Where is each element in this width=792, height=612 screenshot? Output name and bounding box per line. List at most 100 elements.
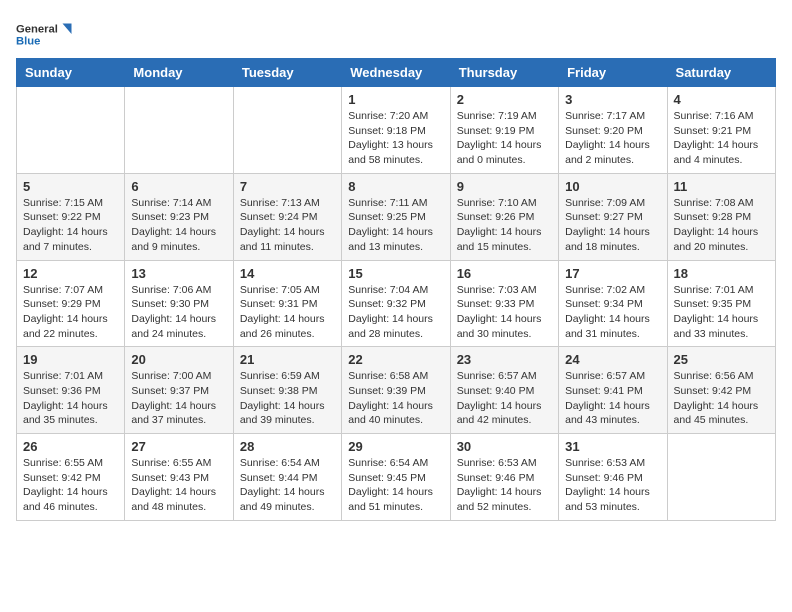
day-cell-18: 18Sunrise: 7:01 AMSunset: 9:35 PMDayligh… bbox=[667, 260, 775, 347]
day-info: Sunrise: 7:01 AMSunset: 9:36 PMDaylight:… bbox=[23, 369, 118, 428]
day-number: 24 bbox=[565, 352, 660, 367]
day-info: Sunrise: 7:15 AMSunset: 9:22 PMDaylight:… bbox=[23, 196, 118, 255]
day-info: Sunrise: 7:13 AMSunset: 9:24 PMDaylight:… bbox=[240, 196, 335, 255]
day-number: 15 bbox=[348, 266, 443, 281]
day-info: Sunrise: 7:20 AMSunset: 9:18 PMDaylight:… bbox=[348, 109, 443, 168]
day-cell-4: 4 Sunrise: 7:16 AMSunset: 9:21 PMDaylight… bbox=[667, 87, 775, 174]
empty-cell bbox=[17, 87, 125, 174]
day-info: Sunrise: 7:11 AMSunset: 9:25 PMDaylight:… bbox=[348, 196, 443, 255]
weekday-header-friday: Friday bbox=[559, 59, 667, 87]
day-cell-11: 11 Sunrise: 7:08 AMSunset: 9:28 PMDayligh… bbox=[667, 173, 775, 260]
day-info: Sunrise: 6:53 AMSunset: 9:46 PMDaylight:… bbox=[565, 456, 660, 515]
day-cell-10: 10 Sunrise: 7:09 AMSunset: 9:27 PMDayligh… bbox=[559, 173, 667, 260]
day-number: 27 bbox=[131, 439, 226, 454]
day-info: Sunrise: 7:08 AMSunset: 9:28 PMDaylight:… bbox=[674, 196, 769, 255]
weekday-header-wednesday: Wednesday bbox=[342, 59, 450, 87]
day-info: Sunrise: 7:14 AMSunset: 9:23 PMDaylight:… bbox=[131, 196, 226, 255]
day-info: Sunrise: 7:06 AMSunset: 9:30 PMDaylight:… bbox=[131, 283, 226, 342]
calendar-table: SundayMondayTuesdayWednesdayThursdayFrid… bbox=[16, 58, 776, 521]
day-cell-16: 16Sunrise: 7:03 AMSunset: 9:33 PMDayligh… bbox=[450, 260, 558, 347]
day-cell-26: 26 Sunrise: 6:55 AMSunset: 9:42 PMDayligh… bbox=[17, 434, 125, 521]
day-number: 5 bbox=[23, 179, 118, 194]
day-info: Sunrise: 6:56 AMSunset: 9:42 PMDaylight:… bbox=[674, 369, 769, 428]
day-info: Sunrise: 6:58 AMSunset: 9:39 PMDaylight:… bbox=[348, 369, 443, 428]
day-info: Sunrise: 7:19 AMSunset: 9:19 PMDaylight:… bbox=[457, 109, 552, 168]
day-cell-14: 14Sunrise: 7:05 AMSunset: 9:31 PMDayligh… bbox=[233, 260, 341, 347]
day-cell-6: 6 Sunrise: 7:14 AMSunset: 9:23 PMDaylight… bbox=[125, 173, 233, 260]
day-number: 1 bbox=[348, 92, 443, 107]
day-number: 6 bbox=[131, 179, 226, 194]
day-info: Sunrise: 6:54 AMSunset: 9:44 PMDaylight:… bbox=[240, 456, 335, 515]
day-cell-15: 15 Sunrise: 7:04 AMSunset: 9:32 PMDayligh… bbox=[342, 260, 450, 347]
day-info: Sunrise: 6:59 AMSunset: 9:38 PMDaylight:… bbox=[240, 369, 335, 428]
day-info: Sunrise: 7:03 AMSunset: 9:33 PMDaylight:… bbox=[457, 283, 552, 342]
day-info: Sunrise: 7:17 AMSunset: 9:20 PMDaylight:… bbox=[565, 109, 660, 168]
day-cell-17: 17 Sunrise: 7:02 AMSunset: 9:34 PMDayligh… bbox=[559, 260, 667, 347]
weekday-header-sunday: Sunday bbox=[17, 59, 125, 87]
day-number: 29 bbox=[348, 439, 443, 454]
week-row-2: 5 Sunrise: 7:15 AMSunset: 9:22 PMDaylight… bbox=[17, 173, 776, 260]
day-number: 9 bbox=[457, 179, 552, 194]
day-number: 2 bbox=[457, 92, 552, 107]
day-info: Sunrise: 6:55 AMSunset: 9:43 PMDaylight:… bbox=[131, 456, 226, 515]
day-info: Sunrise: 7:09 AMSunset: 9:27 PMDaylight:… bbox=[565, 196, 660, 255]
day-cell-3: 3Sunrise: 7:17 AMSunset: 9:20 PMDaylight… bbox=[559, 87, 667, 174]
day-cell-7: 7 Sunrise: 7:13 AMSunset: 9:24 PMDaylight… bbox=[233, 173, 341, 260]
day-info: Sunrise: 6:54 AMSunset: 9:45 PMDaylight:… bbox=[348, 456, 443, 515]
day-cell-9: 9Sunrise: 7:10 AMSunset: 9:26 PMDaylight… bbox=[450, 173, 558, 260]
day-info: Sunrise: 7:07 AMSunset: 9:29 PMDaylight:… bbox=[23, 283, 118, 342]
day-cell-27: 27 Sunrise: 6:55 AMSunset: 9:43 PMDayligh… bbox=[125, 434, 233, 521]
day-number: 7 bbox=[240, 179, 335, 194]
day-number: 8 bbox=[348, 179, 443, 194]
day-number: 26 bbox=[23, 439, 118, 454]
svg-text:Blue: Blue bbox=[16, 36, 40, 48]
day-cell-21: 21Sunrise: 6:59 AMSunset: 9:38 PMDayligh… bbox=[233, 347, 341, 434]
day-number: 30 bbox=[457, 439, 552, 454]
day-info: Sunrise: 7:16 AMSunset: 9:21 PMDaylight:… bbox=[674, 109, 769, 168]
day-number: 18 bbox=[674, 266, 769, 281]
svg-text:General: General bbox=[16, 24, 58, 36]
empty-cell bbox=[125, 87, 233, 174]
day-cell-19: 19 Sunrise: 7:01 AMSunset: 9:36 PMDayligh… bbox=[17, 347, 125, 434]
day-cell-1: 1 Sunrise: 7:20 AMSunset: 9:18 PMDaylight… bbox=[342, 87, 450, 174]
day-cell-22: 22 Sunrise: 6:58 AMSunset: 9:39 PMDayligh… bbox=[342, 347, 450, 434]
day-cell-30: 30 Sunrise: 6:53 AMSunset: 9:46 PMDayligh… bbox=[450, 434, 558, 521]
day-number: 17 bbox=[565, 266, 660, 281]
day-info: Sunrise: 7:04 AMSunset: 9:32 PMDaylight:… bbox=[348, 283, 443, 342]
day-cell-29: 29 Sunrise: 6:54 AMSunset: 9:45 PMDayligh… bbox=[342, 434, 450, 521]
week-row-3: 12 Sunrise: 7:07 AMSunset: 9:29 PMDayligh… bbox=[17, 260, 776, 347]
day-cell-31: 31 Sunrise: 6:53 AMSunset: 9:46 PMDayligh… bbox=[559, 434, 667, 521]
day-number: 31 bbox=[565, 439, 660, 454]
day-number: 12 bbox=[23, 266, 118, 281]
day-cell-2: 2 Sunrise: 7:19 AMSunset: 9:19 PMDaylight… bbox=[450, 87, 558, 174]
day-number: 11 bbox=[674, 179, 769, 194]
day-info: Sunrise: 7:02 AMSunset: 9:34 PMDaylight:… bbox=[565, 283, 660, 342]
day-cell-23: 23Sunrise: 6:57 AMSunset: 9:40 PMDayligh… bbox=[450, 347, 558, 434]
empty-cell bbox=[667, 434, 775, 521]
day-number: 23 bbox=[457, 352, 552, 367]
day-info: Sunrise: 6:55 AMSunset: 9:42 PMDaylight:… bbox=[23, 456, 118, 515]
day-number: 28 bbox=[240, 439, 335, 454]
day-number: 4 bbox=[674, 92, 769, 107]
logo-svg: General Blue bbox=[16, 16, 76, 52]
day-info: Sunrise: 6:57 AMSunset: 9:41 PMDaylight:… bbox=[565, 369, 660, 428]
empty-cell bbox=[233, 87, 341, 174]
day-info: Sunrise: 6:53 AMSunset: 9:46 PMDaylight:… bbox=[457, 456, 552, 515]
day-number: 10 bbox=[565, 179, 660, 194]
week-row-4: 19 Sunrise: 7:01 AMSunset: 9:36 PMDayligh… bbox=[17, 347, 776, 434]
day-number: 19 bbox=[23, 352, 118, 367]
day-number: 20 bbox=[131, 352, 226, 367]
page-header: General Blue bbox=[16, 16, 776, 52]
logo: General Blue bbox=[16, 16, 76, 52]
day-cell-20: 20 Sunrise: 7:00 AMSunset: 9:37 PMDayligh… bbox=[125, 347, 233, 434]
day-cell-5: 5 Sunrise: 7:15 AMSunset: 9:22 PMDaylight… bbox=[17, 173, 125, 260]
weekday-header-row: SundayMondayTuesdayWednesdayThursdayFrid… bbox=[17, 59, 776, 87]
day-number: 25 bbox=[674, 352, 769, 367]
day-number: 22 bbox=[348, 352, 443, 367]
weekday-header-saturday: Saturday bbox=[667, 59, 775, 87]
weekday-header-thursday: Thursday bbox=[450, 59, 558, 87]
day-cell-28: 28 Sunrise: 6:54 AMSunset: 9:44 PMDayligh… bbox=[233, 434, 341, 521]
day-number: 14 bbox=[240, 266, 335, 281]
day-info: Sunrise: 7:00 AMSunset: 9:37 PMDaylight:… bbox=[131, 369, 226, 428]
day-cell-12: 12 Sunrise: 7:07 AMSunset: 9:29 PMDayligh… bbox=[17, 260, 125, 347]
